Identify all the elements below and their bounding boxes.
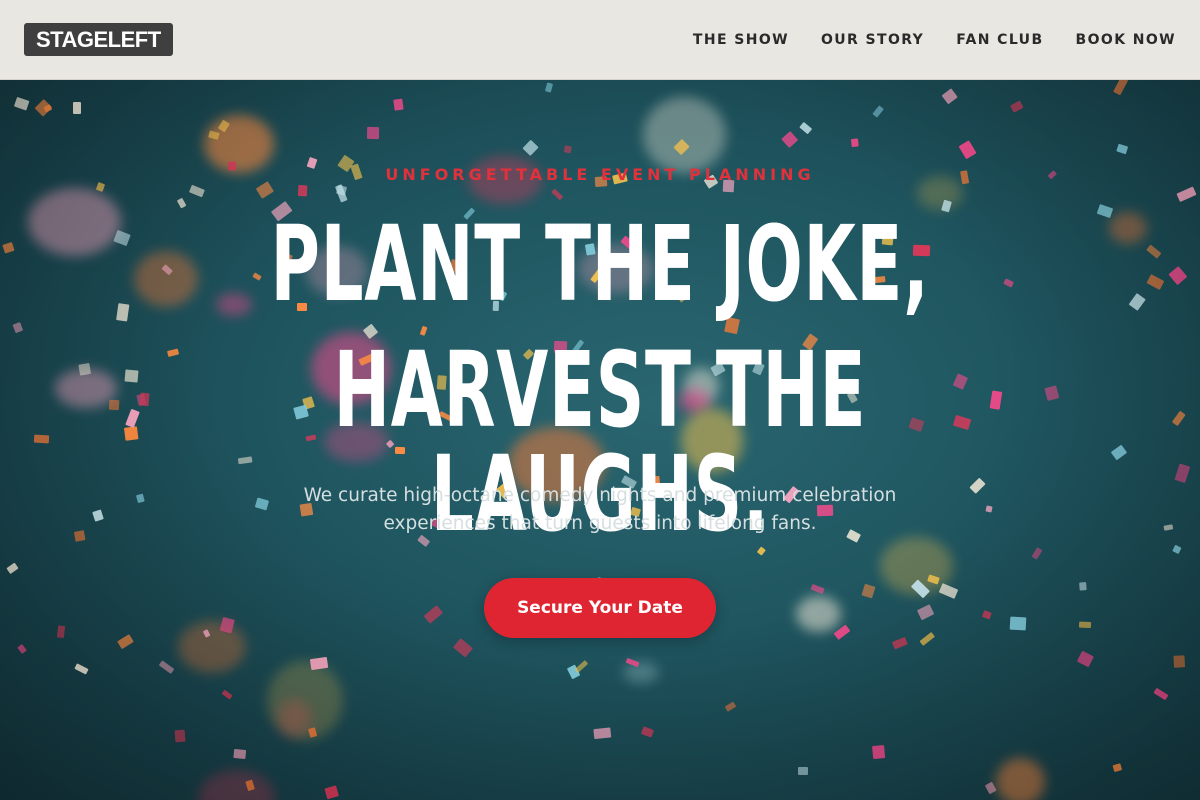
hero-content: UNFORGETTABLE EVENT PLANNING PLANT THE J… xyxy=(0,80,1200,800)
hero-section: UNFORGETTABLE EVENT PLANNING PLANT THE J… xyxy=(0,80,1200,800)
nav-link-our-story[interactable]: OUR STORY xyxy=(821,32,924,48)
logo[interactable]: STAGELEFT xyxy=(24,23,173,56)
hero-eyebrow: UNFORGETTABLE EVENT PLANNING xyxy=(385,165,815,184)
nav-link-book-now[interactable]: BOOK NOW xyxy=(1076,32,1176,48)
main-nav: THE SHOW OUR STORY FAN CLUB BOOK NOW xyxy=(693,0,1176,80)
hero-subtext: We curate high-octane comedy nights and … xyxy=(303,485,897,534)
secure-your-date-button[interactable]: Secure Your Date xyxy=(484,578,716,638)
hero-headline-line-1: PLANT THE JOKE, xyxy=(270,203,930,325)
nav-link-fan-club[interactable]: FAN CLUB xyxy=(956,32,1043,48)
site-header: STAGELEFT THE SHOW OUR STORY FAN CLUB BO… xyxy=(0,0,1200,80)
nav-link-the-show[interactable]: THE SHOW xyxy=(693,32,789,48)
